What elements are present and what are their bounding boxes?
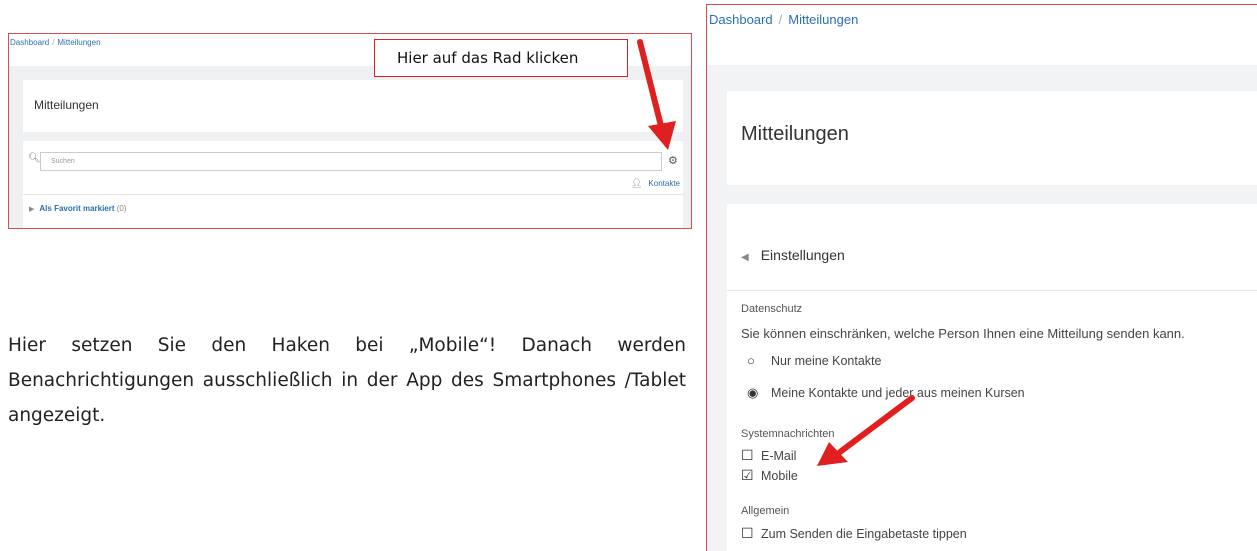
checkbox-unchecked-icon: ☐ — [741, 525, 754, 541]
breadcrumb-messages[interactable]: Mitteilungen — [57, 38, 100, 47]
favorites-toggle[interactable]: ▶ Als Favorit markiert (0) — [29, 204, 127, 213]
caret-right-icon: ▶ — [29, 206, 35, 213]
checkbox-label: Zum Senden die Eingabetaste tippen — [761, 527, 967, 541]
breadcrumb-dashboard[interactable]: Dashboard — [10, 38, 49, 47]
settings-header: Einstellungen — [760, 247, 845, 263]
chevron-left-icon: ◀ — [741, 252, 749, 263]
radio-selected-icon: ◉ — [747, 385, 759, 400]
checkbox-checked-icon: ☑ — [741, 467, 754, 483]
title-card: Mitteilungen — [727, 91, 1257, 185]
system-messages-label: Systemnachrichten — [741, 428, 835, 440]
radio-label: Nur meine Kontakte — [771, 354, 882, 368]
title-card: Mitteilungen — [23, 80, 683, 132]
settings-panel: ◀ Einstellungen Datenschutz Sie können ei… — [727, 204, 1257, 551]
breadcrumb: Dashboard / Mitteilungen — [709, 12, 858, 27]
checkbox-enter-to-send[interactable]: ☐ Zum Senden die Eingabetaste tippen — [741, 525, 967, 542]
radio-unselected-icon: ○ — [747, 353, 755, 368]
radio-contacts-only[interactable]: ○ Nur meine Kontakte — [747, 353, 881, 368]
page-title: Mitteilungen — [34, 98, 99, 112]
search-input[interactable]: Suchen — [40, 152, 662, 171]
favorites-label: Als Favorit markiert — [39, 204, 115, 213]
checkbox-unchecked-icon: ☐ — [741, 447, 754, 463]
breadcrumb-dashboard[interactable]: Dashboard — [709, 12, 773, 27]
breadcrumb: Dashboard / Mitteilungen — [10, 38, 101, 47]
search-icon: 🔍︎ — [28, 153, 41, 164]
breadcrumb-separator: / — [778, 12, 783, 27]
contacts-link[interactable]: 👤︎ Kontakte — [631, 178, 680, 189]
page-title: Mitteilungen — [741, 123, 849, 145]
annotation-callout: Hier auf das Rad klicken — [374, 39, 628, 77]
instruction-paragraph: Hier setzen Sie den Haken bei „Mobile“! … — [8, 335, 686, 426]
privacy-label: Datenschutz — [741, 303, 803, 315]
divider — [727, 290, 1257, 291]
checkbox-email[interactable]: ☐ E-Mail — [741, 447, 796, 464]
contacts-label: Kontakte — [648, 179, 680, 188]
settings-screenshot: Dashboard / Mitteilungen Mitteilungen ◀ Ein… — [706, 4, 1257, 551]
favorites-count: (0) — [116, 204, 127, 213]
messages-panel: 🔍︎ Suchen ⚙ 👤︎ Kontakte ▶ Als Favorit mark… — [23, 141, 683, 228]
breadcrumb-messages[interactable]: Mitteilungen — [788, 12, 858, 27]
general-label: Allgemein — [741, 505, 790, 517]
checkbox-label: E-Mail — [761, 449, 797, 463]
divider — [23, 194, 683, 195]
checkbox-mobile[interactable]: ☑ Mobile — [741, 467, 798, 484]
person-icon: 👤︎ — [630, 178, 643, 188]
settings-back-button[interactable]: ◀ Einstellungen — [741, 247, 845, 263]
radio-label: Meine Kontakte und jeder aus meinen Kurs… — [771, 386, 1025, 400]
gear-icon[interactable]: ⚙ — [668, 154, 678, 167]
breadcrumb-separator: / — [52, 38, 55, 47]
checkbox-label: Mobile — [761, 469, 798, 483]
radio-contacts-and-courses[interactable]: ◉ Meine Kontakte und jeder aus meinen Kur… — [747, 385, 1025, 401]
privacy-description: Sie können einschränken, welche Person I… — [741, 326, 1185, 341]
